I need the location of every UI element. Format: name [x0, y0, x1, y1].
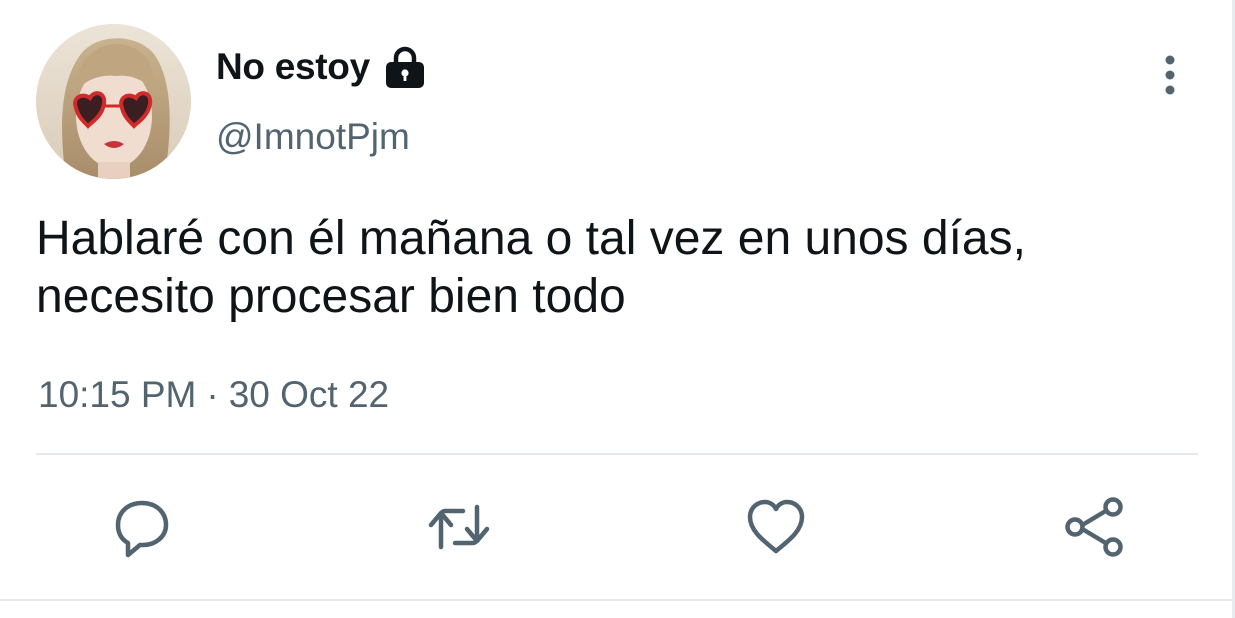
lock-icon [382, 44, 428, 90]
reply-button[interactable] [107, 492, 177, 562]
tweet-text-line: necesito procesar bien todo [36, 270, 626, 323]
retweet-button[interactable] [424, 492, 494, 562]
share-icon [1065, 497, 1123, 557]
more-options-icon[interactable] [1154, 52, 1186, 100]
bottom-divider [0, 599, 1232, 601]
avatar[interactable] [36, 24, 191, 179]
like-button[interactable] [741, 492, 811, 562]
timestamp[interactable]: 10:15 PM · 30 Oct 22 [38, 374, 389, 416]
display-name-row: No estoy [216, 44, 428, 90]
separator-dot: · [206, 374, 219, 415]
reply-icon [115, 500, 169, 558]
tweet-text-line: Hablaré con él mañana o tal vez en unos … [36, 212, 1026, 265]
display-name[interactable]: No estoy [216, 46, 370, 88]
divider [36, 453, 1198, 455]
avatar-image [36, 24, 191, 179]
retweet-icon [428, 504, 490, 550]
tweet-text: Hablaré con él mañana o tal vez en unos … [36, 210, 1206, 326]
tweet-time: 10:15 PM [38, 374, 197, 415]
share-button[interactable] [1060, 492, 1130, 562]
user-handle[interactable]: @ImnotPjm [216, 116, 410, 158]
tweet-date: 30 Oct 22 [228, 374, 390, 415]
tweet-card: No estoy @ImnotPjm Hablaré con él mañana… [0, 0, 1235, 618]
heart-icon [747, 499, 805, 554]
